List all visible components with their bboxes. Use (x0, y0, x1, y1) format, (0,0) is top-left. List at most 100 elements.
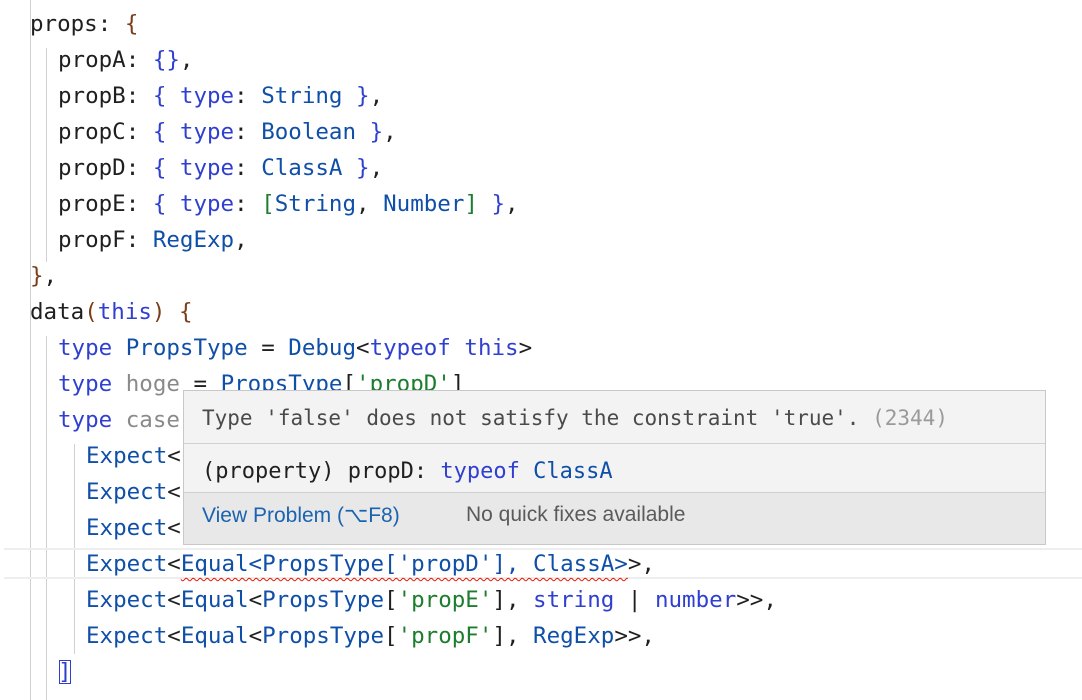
code-token: { (152, 119, 180, 145)
code-token: PropsType (125, 335, 248, 361)
code-token: type (58, 407, 126, 433)
code-line[interactable]: propE: { type: [String, Number] }, (58, 186, 519, 222)
code-editor[interactable]: props: {propA: {}, propB: { type: String … (0, 0, 1082, 700)
code-token: < (248, 587, 263, 613)
code-token: RegExp (533, 623, 615, 649)
view-problem-link[interactable]: View Problem (⌥F8) (202, 503, 400, 528)
code-token: : (234, 119, 262, 145)
code-token: RegExp (152, 227, 235, 253)
code-token: , (179, 47, 194, 73)
code-token: 'propF' (397, 623, 493, 649)
code-line[interactable]: props: { (30, 6, 138, 42)
code-token: : (125, 191, 153, 217)
code-line[interactable]: Expect<Equal<PropsType['propE'], string … (86, 582, 777, 618)
code-token: type (58, 371, 126, 397)
code-token: { (124, 11, 139, 37)
code-token: Expect (86, 623, 168, 649)
code-line[interactable]: Expect<Equal<PropsType['propF'], RegExp>… (86, 618, 655, 654)
code-token: , (234, 227, 248, 253)
code-token: : (125, 227, 153, 253)
code-token: { (152, 191, 180, 217)
code-token: Expect (86, 515, 168, 541)
code-line[interactable]: propB: { type: String }, (58, 78, 383, 114)
code-token: < (167, 515, 181, 541)
code-token: : (125, 47, 153, 73)
code-token: propF (58, 227, 126, 253)
code-token: ] (464, 191, 478, 217)
code-token: , (356, 191, 384, 217)
code-token: string (533, 587, 615, 613)
code-token: : (125, 83, 153, 109)
code-line[interactable]: Expect< (86, 510, 181, 546)
code-token: [ (384, 623, 398, 649)
code-token: : (125, 155, 153, 181)
code-token: >>, (736, 587, 777, 613)
code-token: < (167, 551, 181, 577)
code-token: >, (627, 551, 655, 577)
code-token: Equal (180, 587, 249, 613)
code-line[interactable]: type case (58, 402, 180, 438)
code-token: { (179, 299, 193, 325)
code-token: < (167, 623, 181, 649)
code-token: 'propE' (397, 587, 493, 613)
code-token: type (179, 155, 235, 181)
code-token: this (464, 335, 519, 361)
code-token: String (261, 83, 343, 109)
code-token: propE (58, 191, 126, 217)
code-line[interactable]: Expect<Equal<PropsType['propD'], ClassA>… (86, 546, 655, 582)
code-token: } (477, 191, 506, 217)
code-token: < (167, 443, 181, 469)
code-token: < (167, 587, 181, 613)
code-token: Expect (86, 479, 168, 505)
code-line[interactable]: ] (58, 654, 72, 690)
code-token: | (614, 587, 655, 613)
code-line[interactable]: Expect< (86, 474, 181, 510)
code-token: { (152, 155, 180, 181)
code-line[interactable]: data(this) { (30, 294, 193, 330)
code-token: propB (58, 83, 126, 109)
code-token: case (125, 407, 180, 433)
code-token: typeof (369, 335, 451, 361)
code-line[interactable]: }, (30, 258, 57, 294)
code-token: < (356, 335, 370, 361)
code-token: } (30, 263, 44, 289)
code-token: number (654, 587, 737, 613)
code-line[interactable]: propD: { type: ClassA }, (58, 150, 383, 186)
hover-divider (184, 443, 1045, 444)
code-line[interactable]: propA: {}, (58, 42, 193, 78)
code-token: ], (492, 623, 534, 649)
code-token: Number (383, 191, 465, 217)
code-token: [ (261, 191, 275, 217)
error-message: Type 'false' does not satisfy the constr… (202, 406, 948, 430)
code-token: Equal<PropsType['propD'], ClassA> (180, 551, 628, 577)
code-token: } (356, 119, 384, 145)
code-line[interactable]: type PropsType = Debug<typeof this> (58, 330, 532, 366)
code-token: >>, (614, 623, 655, 649)
code-token: , (369, 155, 384, 181)
code-token: = (247, 335, 289, 361)
code-token: Debug (288, 335, 357, 361)
code-line[interactable]: Expect< (86, 438, 181, 474)
code-token: data (30, 299, 85, 325)
code-token: { (152, 83, 180, 109)
code-line[interactable]: propF: RegExp, (58, 222, 248, 258)
indent-guide (46, 336, 47, 700)
code-token: type (179, 83, 235, 109)
code-token: PropsType (262, 587, 385, 613)
code-token: propA (58, 47, 126, 73)
indent-guide (46, 48, 47, 262)
code-token: Expect (86, 551, 168, 577)
code-token: Boolean (261, 119, 357, 145)
code-token: propD (58, 155, 126, 181)
code-token: } (342, 155, 370, 181)
code-token: Expect (86, 443, 168, 469)
hover-status-bar: View Problem (⌥F8) No quick fixes availa… (184, 492, 1045, 544)
code-token: < (167, 479, 181, 505)
code-token: props (30, 11, 98, 37)
code-line[interactable]: propC: { type: Boolean }, (58, 114, 397, 150)
code-token: hoge (125, 371, 180, 397)
code-token: ClassA (261, 155, 343, 181)
code-token: , (505, 191, 519, 217)
